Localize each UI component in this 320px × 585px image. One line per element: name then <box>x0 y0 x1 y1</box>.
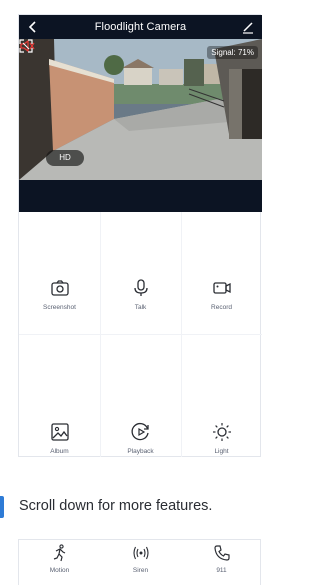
page-title: Floodlight Camera <box>94 21 187 33</box>
quality-toggle[interactable]: HD <box>46 150 84 166</box>
running-person-icon <box>53 544 65 562</box>
feature-label: Motion <box>49 567 70 574</box>
header-bar: Floodlight Camera <box>19 15 262 39</box>
feature-label: Album <box>50 448 69 455</box>
feature-label: Screenshot <box>43 304 76 311</box>
back-chevron-icon[interactable] <box>25 19 41 35</box>
playback-icon <box>131 422 149 441</box>
feature-label: Siren <box>132 567 149 574</box>
edit-pencil-icon[interactable] <box>240 19 256 35</box>
siren-button[interactable]: Siren <box>100 544 181 584</box>
feature-label: Record <box>211 304 232 311</box>
siren-icon <box>132 546 149 560</box>
fullscreen-icon[interactable] <box>19 39 33 53</box>
talk-button[interactable]: Talk <box>100 278 181 358</box>
feature-grid: Screenshot Talk Record Album Playback Li… <box>19 212 262 457</box>
accent-bar <box>0 496 4 518</box>
record-button[interactable]: Record <box>181 278 262 358</box>
signal-strength-badge: Signal: 71% <box>207 46 258 59</box>
app-screen: Floodlight Camera Signal: 71% HD Screens… <box>18 14 262 457</box>
emergency-call-button[interactable]: 911 <box>181 544 262 584</box>
video-record-icon <box>212 282 231 294</box>
feature-label: Playback <box>127 448 154 455</box>
feature-label: Light <box>214 448 229 455</box>
feature-label: Talk <box>134 304 147 311</box>
feature-label: 911 <box>216 567 227 574</box>
camera-live-feed[interactable]: Signal: 71% HD <box>19 39 262 180</box>
camera-icon <box>50 280 69 296</box>
microphone-icon <box>133 279 148 296</box>
more-features-row: Motion Siren 911 <box>18 539 261 585</box>
image-icon <box>50 423 69 441</box>
video-footer-strip <box>19 180 262 212</box>
scroll-hint: Scroll down for more features. <box>0 490 279 530</box>
sun-icon <box>212 423 231 441</box>
motion-button[interactable]: Motion <box>19 544 100 584</box>
phone-icon <box>213 545 230 561</box>
screenshot-button[interactable]: Screenshot <box>19 278 100 358</box>
scroll-hint-text: Scroll down for more features. <box>19 498 213 514</box>
